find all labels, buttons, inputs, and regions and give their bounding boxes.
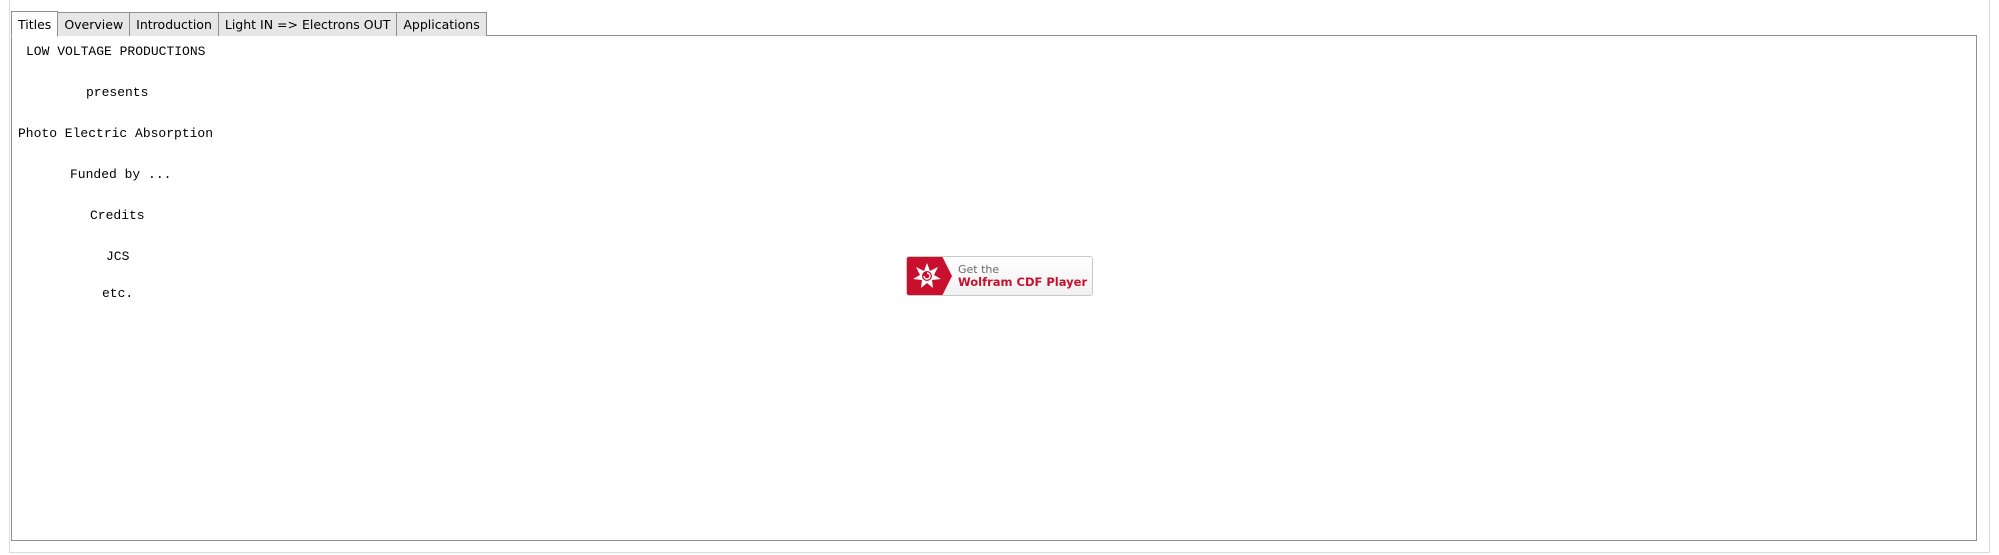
tab-light-in-electrons-out[interactable]: Light IN => Electrons OUT (217, 12, 398, 36)
tab-overview[interactable]: Overview (57, 12, 131, 36)
tab-applications[interactable]: Applications (396, 12, 487, 36)
tab-bar: Titles Overview Introduction Light IN =>… (11, 11, 487, 37)
title-text: Photo Electric Absorption (18, 126, 214, 141)
author-text: JCS (106, 249, 130, 264)
etc-text: etc. (102, 286, 134, 301)
credits-text: Credits (90, 208, 145, 223)
tab-titles[interactable]: Titles (11, 11, 59, 37)
producer-text: LOW VOLTAGE PRODUCTIONS (26, 44, 206, 59)
funded-by-text: Funded by ... (70, 167, 172, 182)
get-cdf-player-button[interactable]: Get the Wolfram CDF Player (906, 256, 1093, 296)
presents-text: presents (86, 85, 149, 100)
tab-introduction[interactable]: Introduction (129, 12, 219, 36)
cdf-player-name: Wolfram CDF Player (958, 275, 1088, 289)
wolfram-spikey-icon (907, 257, 952, 295)
